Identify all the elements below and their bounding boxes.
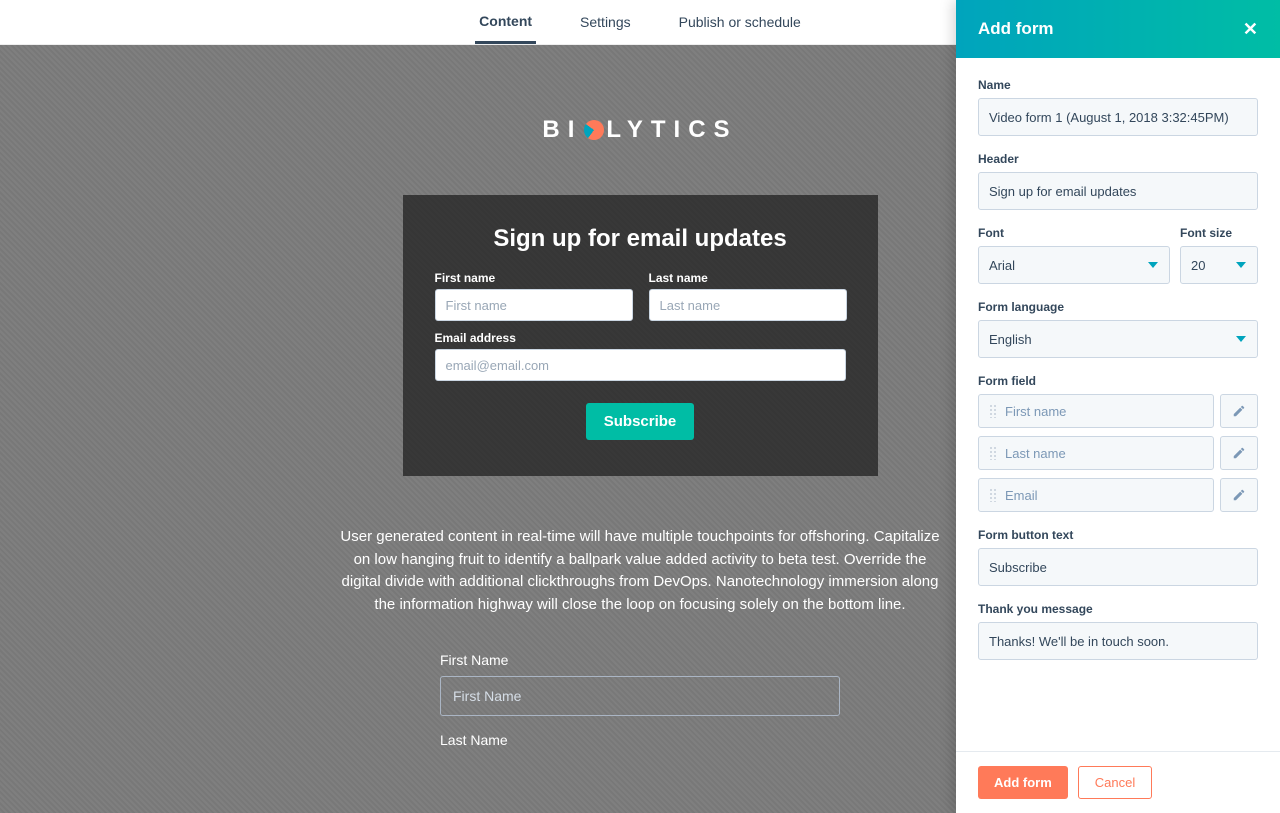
thanks-field[interactable]	[978, 622, 1258, 660]
font-select[interactable]: Arial	[978, 246, 1170, 284]
header-field[interactable]	[978, 172, 1258, 210]
lower-last-name-label: Last Name	[440, 732, 840, 748]
edit-field-button[interactable]	[1220, 478, 1258, 512]
last-name-input[interactable]	[649, 289, 847, 321]
font-label: Font	[978, 226, 1170, 240]
blurb-text: User generated content in real-time will…	[320, 526, 960, 616]
form-field-item-label: First name	[1005, 404, 1066, 419]
add-form-button[interactable]: Add form	[978, 766, 1068, 799]
first-name-label: First name	[435, 271, 633, 285]
first-name-input[interactable]	[435, 289, 633, 321]
form-field-item[interactable]: Last name	[978, 436, 1214, 470]
form-field-list: First name Last name Email	[978, 394, 1258, 512]
button-text-label: Form button text	[978, 528, 1258, 542]
form-field-item-label: Last name	[1005, 446, 1066, 461]
panel-title: Add form	[978, 19, 1054, 39]
logo-text-a: BI	[542, 116, 582, 143]
form-field-item-label: Email	[1005, 488, 1038, 503]
pencil-icon	[1232, 404, 1246, 418]
form-field-label: Form field	[978, 374, 1258, 388]
form-field-item[interactable]: Email	[978, 478, 1214, 512]
header-label: Header	[978, 152, 1258, 166]
add-form-panel: Add form ✕ Name Header Font Arial Font s…	[956, 0, 1280, 813]
lower-first-name-label: First Name	[440, 652, 840, 668]
pencil-icon	[1232, 488, 1246, 502]
panel-footer: Add form Cancel	[956, 751, 1280, 813]
lang-label: Form language	[978, 300, 1258, 314]
pencil-icon	[1232, 446, 1246, 460]
logo-text: BI LYTICS	[542, 116, 737, 144]
edit-field-button[interactable]	[1220, 436, 1258, 470]
logo-text-b: LYTICS	[606, 116, 737, 143]
tab-publish[interactable]: Publish or schedule	[675, 2, 805, 42]
name-field[interactable]	[978, 98, 1258, 136]
close-icon[interactable]: ✕	[1243, 19, 1258, 40]
thanks-label: Thank you message	[978, 602, 1258, 616]
form-field-item[interactable]: First name	[978, 394, 1214, 428]
edit-field-button[interactable]	[1220, 394, 1258, 428]
tab-settings[interactable]: Settings	[576, 2, 635, 42]
tab-content[interactable]: Content	[475, 1, 536, 44]
logo-mark-icon	[584, 120, 604, 140]
logo: BI LYTICS	[510, 110, 770, 150]
button-text-field[interactable]	[978, 548, 1258, 586]
cancel-button[interactable]: Cancel	[1078, 766, 1152, 799]
email-input[interactable]	[435, 349, 846, 381]
font-size-label: Font size	[1180, 226, 1258, 240]
lower-first-name-input[interactable]	[440, 676, 840, 716]
lang-select[interactable]: English	[978, 320, 1258, 358]
panel-header: Add form ✕	[956, 0, 1280, 58]
panel-body: Name Header Font Arial Font size 20	[956, 58, 1280, 751]
lower-form: First Name Last Name	[440, 652, 840, 756]
drag-handle-icon[interactable]	[989, 488, 997, 502]
subscribe-button[interactable]: Subscribe	[586, 403, 695, 440]
last-name-label: Last name	[649, 271, 847, 285]
signup-form-card: Sign up for email updates First name Las…	[403, 195, 878, 476]
signup-heading: Sign up for email updates	[435, 225, 846, 253]
drag-handle-icon[interactable]	[989, 404, 997, 418]
email-label: Email address	[435, 331, 846, 345]
name-label: Name	[978, 78, 1258, 92]
drag-handle-icon[interactable]	[989, 446, 997, 460]
font-size-select[interactable]: 20	[1180, 246, 1258, 284]
